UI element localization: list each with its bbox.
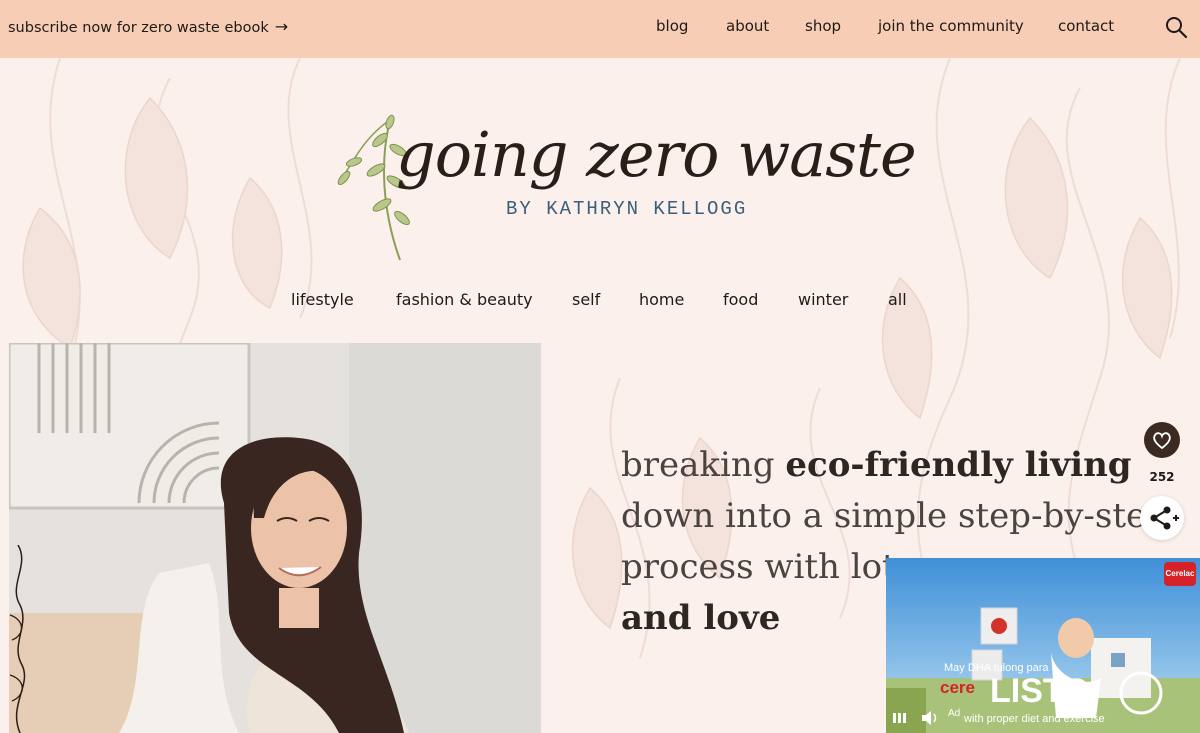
tagline-eco-friendly-living: eco-friendly living (785, 445, 1132, 485)
nav-shop[interactable]: shop (805, 17, 841, 35)
favorite-button[interactable] (1144, 422, 1180, 458)
heart-icon (1153, 432, 1171, 450)
category-navigation: lifestyle fashion & beauty self home foo… (0, 290, 1200, 314)
search-icon (1166, 17, 1188, 39)
search-button[interactable] (1164, 15, 1188, 39)
share-count: 252 (1149, 470, 1175, 484)
tagline-part-3: down into a simple step-by-ste (621, 496, 1147, 536)
tagline-part-4: process with lot (621, 547, 896, 587)
nav-blog[interactable]: blog (656, 17, 688, 35)
share-icon (1150, 506, 1179, 530)
category-winter[interactable]: winter (798, 290, 848, 309)
nav-join-the-community[interactable]: join the community (878, 17, 1024, 35)
ad-caption-big: LISTO (990, 672, 1090, 710)
category-self[interactable]: self (572, 290, 600, 309)
ad-label: Ad (948, 708, 961, 719)
tagline-and-love: and love (621, 598, 781, 638)
nav-about[interactable]: about (726, 17, 769, 35)
site-logo[interactable]: going zero waste BY KATHRYN KELLOGG (320, 80, 917, 275)
ad-logo-icon (893, 713, 906, 723)
logo-wordmark: going zero waste (396, 118, 917, 191)
logo-byline: BY KATHRYN KELLOGG (506, 198, 748, 220)
nav-contact[interactable]: contact (1058, 17, 1114, 35)
signature-flourish (9, 545, 26, 733)
top-bar: subscribe now for zero waste ebook → blog… (0, 0, 1200, 58)
category-lifestyle[interactable]: lifestyle (291, 290, 354, 309)
category-fashion-beauty[interactable]: fashion & beauty (396, 290, 533, 309)
category-all[interactable]: all (888, 290, 907, 309)
volume-icon[interactable] (920, 710, 940, 726)
category-food[interactable]: food (723, 290, 758, 309)
ad-disclaimer: with proper diet and exercise (964, 713, 1105, 725)
tagline-part-1: breaking (621, 445, 786, 485)
top-navigation: blog about shop join the community conta… (0, 17, 1200, 39)
author-photo-illustration (9, 343, 541, 733)
share-button[interactable] (1140, 496, 1184, 540)
ad-brand-logo: Cerelac (1164, 562, 1196, 586)
author-photo (9, 343, 541, 733)
video-ad[interactable]: Cerelac May DHA tulong para cere LISTO w… (886, 558, 1200, 733)
category-home[interactable]: home (639, 290, 684, 309)
ad-caption-brand: cere (940, 678, 975, 697)
